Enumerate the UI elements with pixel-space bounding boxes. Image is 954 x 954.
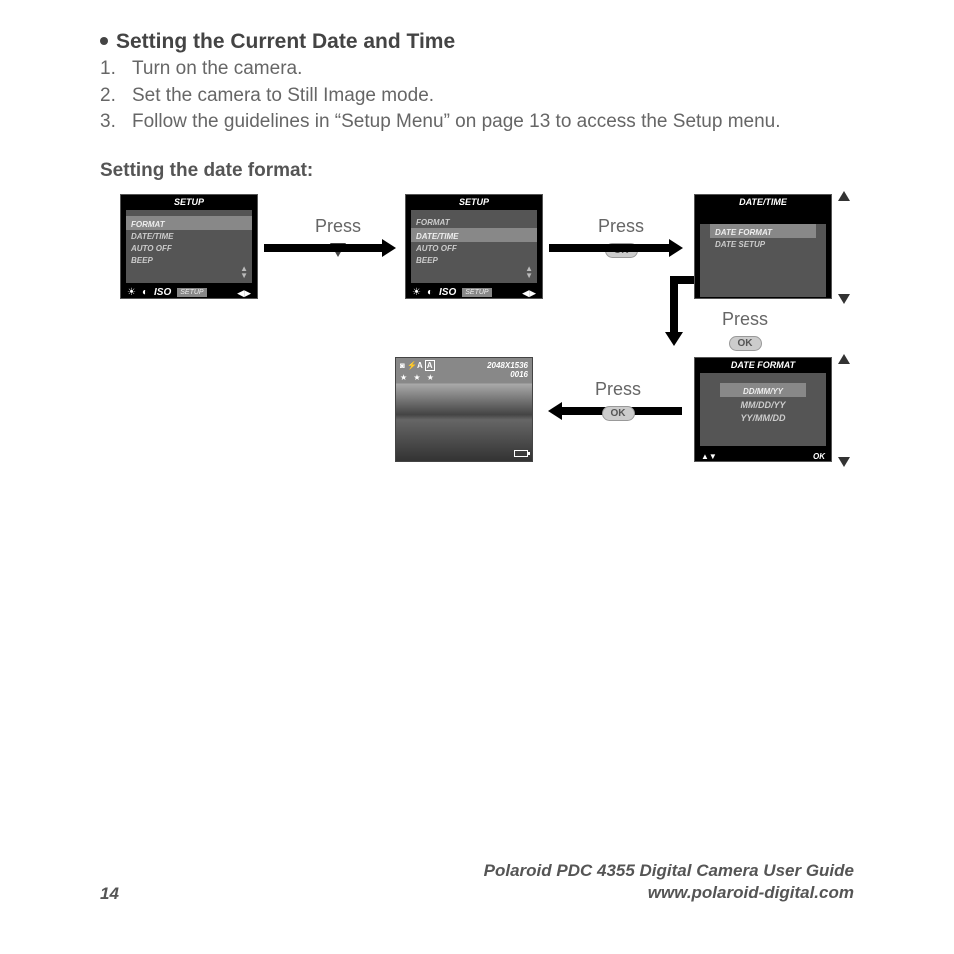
menu-item: MM/DD/YY bbox=[700, 397, 826, 411]
screen-setup-2: SETUP FORMAT DATE/TIME AUTO OFF BEEP ▲▼ … bbox=[405, 194, 543, 299]
page-footer: 14 Polaroid PDC 4355 Digital Camera User… bbox=[100, 860, 854, 904]
menu-item: DATE/TIME bbox=[126, 230, 252, 242]
screen-datetime: DATE/TIME DATE FORMAT DATE SETUP ▲▼ OK bbox=[694, 194, 832, 299]
ok-button-icon: OK bbox=[729, 336, 762, 351]
step-num: 1. bbox=[100, 56, 132, 83]
up-triangle-icon bbox=[838, 191, 850, 201]
arrow-right-icon bbox=[549, 244, 671, 252]
scroll-arrows-icon: ▲▼ bbox=[240, 265, 248, 279]
screen-title: SETUP bbox=[406, 195, 542, 210]
menu-item: DATE SETUP bbox=[700, 238, 826, 250]
screen-title: DATE/TIME bbox=[695, 195, 831, 210]
section-heading: Setting the Current Date and Time bbox=[100, 30, 854, 54]
menu-item: FORMAT bbox=[126, 216, 252, 230]
down-triangle-icon bbox=[838, 294, 850, 304]
step-text: Turn on the camera. bbox=[132, 56, 302, 83]
step-text: Follow the guidelines in “Setup Menu” on… bbox=[132, 109, 781, 136]
screen-dateformat: DATE FORMAT DD/MM/YY MM/DD/YY YY/MM/DD ▲… bbox=[694, 357, 832, 462]
menu-item: AUTO OFF bbox=[411, 242, 537, 254]
menu-item: DATE/TIME bbox=[411, 228, 537, 242]
press-label: Press bbox=[315, 216, 361, 262]
nav-updown-icon: ▲▼ bbox=[701, 303, 717, 312]
screen-body: DD/MM/YY MM/DD/YY YY/MM/DD bbox=[700, 373, 826, 446]
menu-item: AUTO OFF bbox=[126, 242, 252, 254]
screen-footer: ☀ ◐ ISO SETUP ◀▶ bbox=[121, 283, 257, 300]
ok-label: OK bbox=[813, 303, 825, 312]
bullet-icon bbox=[100, 37, 108, 45]
iso-label: ISO bbox=[154, 287, 171, 298]
mode-icon: A bbox=[425, 360, 435, 371]
step-num: 2. bbox=[100, 83, 132, 110]
menu-item: BEEP bbox=[411, 254, 537, 266]
screen-title: SETUP bbox=[121, 195, 257, 210]
arrow-corner-icon bbox=[670, 276, 694, 284]
screen-body: FORMAT DATE/TIME AUTO OFF BEEP ▲▼ bbox=[126, 210, 252, 283]
brightness-icon: ☀ bbox=[412, 287, 421, 298]
photo-counter: 2048X15360016 bbox=[487, 361, 528, 379]
arrow-right-icon bbox=[264, 244, 384, 252]
menu-item: BEEP bbox=[126, 254, 252, 266]
down-triangle-icon bbox=[838, 457, 850, 467]
page-number: 14 bbox=[100, 884, 119, 904]
menu-item: FORMAT bbox=[411, 216, 537, 228]
screen-title: DATE FORMAT bbox=[695, 358, 831, 373]
screen-footer: ☀ ◐ ISO SETUP ◀▶ bbox=[406, 283, 542, 300]
iso-label: ISO bbox=[439, 287, 456, 298]
result-photo: ◙ ⚡A A 2048X15360016 ★ ★ ★ bbox=[395, 357, 533, 462]
quality-stars-icon: ★ ★ ★ bbox=[400, 373, 436, 382]
flash-icon: ⚡A bbox=[407, 361, 422, 370]
screen-setup-1: SETUP FORMAT DATE/TIME AUTO OFF BEEP ▲▼ … bbox=[120, 194, 258, 299]
brightness-icon: ☀ bbox=[127, 287, 136, 298]
footer-text: Polaroid PDC 4355 Digital Camera User Gu… bbox=[484, 860, 854, 904]
press-label: Press OK bbox=[722, 309, 768, 351]
screen-body: FORMAT DATE/TIME AUTO OFF BEEP ▲▼ bbox=[411, 210, 537, 283]
step-text: Set the camera to Still Image mode. bbox=[132, 83, 434, 110]
camera-icon: ◙ bbox=[400, 361, 405, 370]
menu-item: YY/MM/DD bbox=[700, 411, 826, 424]
contrast-icon: ◐ bbox=[142, 287, 148, 298]
press-label: Press OK bbox=[595, 379, 641, 421]
subheading: Setting the date format: bbox=[100, 160, 854, 182]
nav-arrows-icon: ◀▶ bbox=[237, 288, 251, 299]
menu-item: DATE FORMAT bbox=[710, 224, 816, 238]
step-num: 3. bbox=[100, 109, 132, 136]
battery-icon bbox=[514, 450, 528, 457]
photo-icons: ◙ ⚡A A bbox=[400, 361, 435, 370]
up-triangle-icon bbox=[838, 354, 850, 364]
screen-footer: ▲▼ OK bbox=[695, 446, 831, 463]
ok-label: OK bbox=[813, 452, 825, 461]
flow-diagram: SETUP FORMAT DATE/TIME AUTO OFF BEEP ▲▼ … bbox=[120, 194, 854, 514]
contrast-icon: ◐ bbox=[427, 287, 433, 298]
scroll-arrows-icon: ▲▼ bbox=[525, 265, 533, 279]
menu-item: DD/MM/YY bbox=[720, 383, 806, 397]
nav-arrows-icon: ◀▶ bbox=[522, 288, 536, 299]
screen-body: DATE FORMAT DATE SETUP bbox=[700, 224, 826, 297]
steps-list: 1.Turn on the camera. 2.Set the camera t… bbox=[100, 56, 854, 136]
ok-button-icon: OK bbox=[602, 406, 635, 421]
setup-tab: SETUP bbox=[462, 288, 491, 297]
setup-tab: SETUP bbox=[177, 288, 206, 297]
nav-updown-icon: ▲▼ bbox=[701, 452, 717, 461]
